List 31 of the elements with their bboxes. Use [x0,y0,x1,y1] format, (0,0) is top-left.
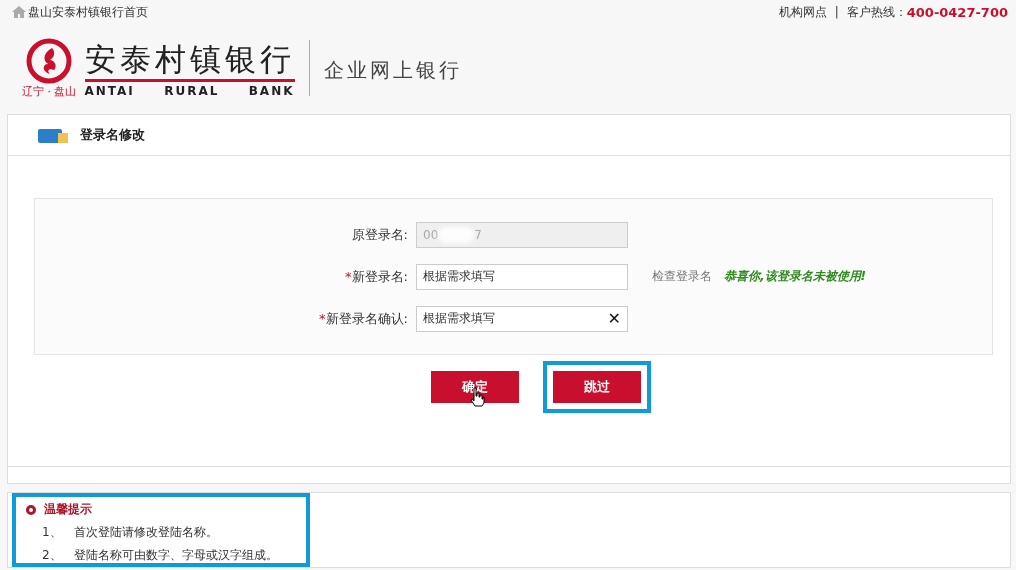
bullet-icon [26,504,36,515]
hotline-number: 400-0427-700 [906,4,1008,20]
clear-icon[interactable]: ✕ [607,309,621,328]
tip-number: 1、 [42,524,62,541]
tip-text: 登陆名称可由数字、字母或汉字组成。 [73,547,278,564]
bank-name-english: RURAL [164,83,220,98]
branches-link[interactable]: 机构网点 [778,3,827,21]
tip-text: 首次登陆请修改登陆名称。 [73,524,218,541]
field-label: *新登录名确认: [318,309,409,328]
separator: | [834,5,839,19]
check-name-link[interactable]: 检查登录名 [652,268,712,285]
skip-button[interactable]: 跳过 [553,371,641,403]
input-field[interactable]: 根据需求填写 [416,263,628,290]
tip-number: 2、 [42,547,62,564]
region-label: 辽宁 · 盘山 [22,83,77,99]
confirm-button[interactable]: 确定 [431,371,519,403]
success-message: 恭喜你,该登录名未被使用! [724,268,867,285]
hotline-label: 客户热线： [846,3,907,21]
readonly-field: 00 7 [416,221,628,248]
field-label: 原登录名: [350,225,409,244]
home-link[interactable]: 盘山安泰村镇银行首页 [28,3,148,21]
bank-name: 安泰村镇银行 [84,38,295,82]
product-name: 企业网上银行 [323,56,462,84]
tips-title: 温馨提示 [44,501,92,518]
home-icon [12,6,26,18]
bank-name-english: BANK [248,83,295,98]
field-label: *新登录名: [344,267,409,286]
bank-name-english: ANTAI [84,83,135,98]
input-field[interactable]: 根据需求填写 ✕ [416,305,628,332]
bank-logo-icon [26,37,73,84]
panel-title: 登录名修改 [80,126,145,144]
